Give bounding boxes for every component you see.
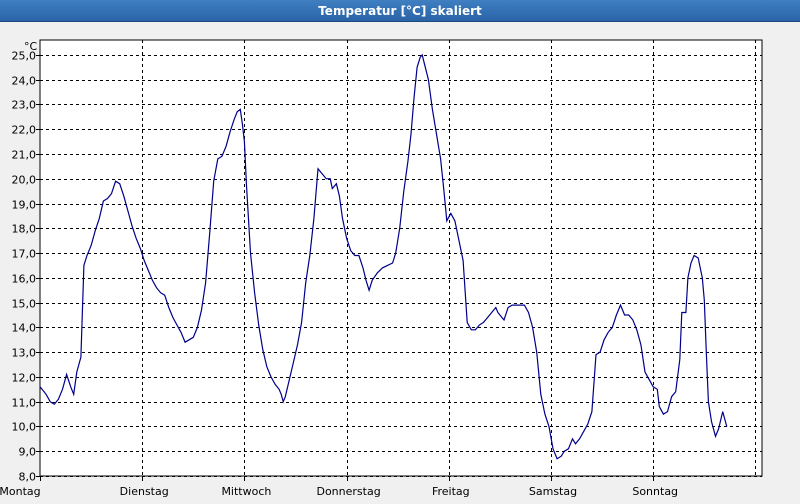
y-tick-label: 19,0 (12, 199, 37, 212)
x-day-label: Sonntag (632, 485, 678, 498)
y-tick-label: 23,0 (12, 99, 37, 112)
x-axis: Montag26.09.16Dienstag27.09.16Mittwoch28… (0, 476, 680, 504)
y-tick-label: 17,0 (12, 248, 37, 261)
y-tick-label: 13,0 (12, 347, 37, 360)
y-tick-label: 11,0 (12, 397, 37, 410)
x-day-label: Freitag (432, 485, 470, 498)
y-tick-label: 22,0 (12, 124, 37, 137)
y-tick-label: 12,0 (12, 372, 37, 385)
x-day-label: Samstag (529, 485, 577, 498)
y-tick-label: 16,0 (12, 273, 37, 286)
y-tick-label: 14,0 (12, 322, 37, 335)
x-day-label: Donnerstag (316, 485, 380, 498)
x-day-label: Dienstag (120, 485, 169, 498)
chart-area: °C 8,0 9,0 10,0 11,0 12,0 13,0 14,0 15,0 16,0 17,… (0, 22, 800, 504)
y-tick-label: 18,0 (12, 223, 37, 236)
y-axis: °C 8,09,010,011,012,013,014,015,016,017,… (12, 40, 40, 484)
x-day-label: Montag (0, 485, 41, 498)
y-tick-label: 24,0 (12, 75, 37, 88)
y-tick-label: 20,0 (12, 174, 37, 187)
y-tick-label: 8,0 (19, 471, 37, 484)
y-tick-label: 21,0 (12, 149, 37, 162)
y-tick-label: 9,0 (19, 446, 37, 459)
y-tick-label: 15,0 (12, 298, 37, 311)
chart-title-bar: Temperatur [°C] skaliert (0, 0, 800, 22)
x-day-label: Mittwoch (221, 485, 271, 498)
chart-title: Temperatur [°C] skaliert (318, 4, 482, 18)
y-tick-label: 25,0 (12, 50, 37, 63)
y-tick-label: 10,0 (12, 421, 37, 434)
temperature-chart: °C 8,09,010,011,012,013,014,015,016,017,… (0, 39, 763, 504)
